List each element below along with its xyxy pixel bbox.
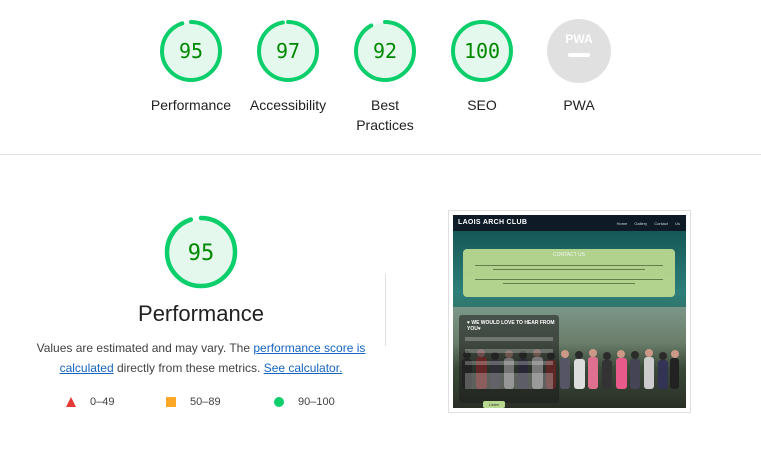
contact-card: CONTACT US bbox=[463, 249, 675, 297]
legend-fail: 0–49 bbox=[66, 396, 114, 408]
vertical-divider bbox=[385, 274, 386, 346]
gauge-label: SEO bbox=[467, 97, 497, 113]
legend-average: 50–89 bbox=[166, 396, 221, 408]
final-screenshot[interactable]: LAOIS ARCH CLUB Home Gallery Contact Us … bbox=[448, 210, 691, 413]
gauge-label: Best Practices bbox=[356, 97, 414, 133]
gauge-accessibility[interactable]: 97 Accessibility bbox=[240, 18, 336, 115]
section-divider bbox=[0, 154, 761, 155]
performance-detail-gauge: 95 bbox=[164, 215, 238, 294]
detail-score: 95 bbox=[188, 241, 215, 266]
gauge-ring: 95 bbox=[160, 20, 222, 82]
gauge-ring: 92 bbox=[354, 20, 416, 82]
square-icon bbox=[166, 397, 176, 407]
gauge-best-practices[interactable]: 92 Best Practices bbox=[337, 18, 433, 135]
contact-card-title: CONTACT US bbox=[552, 252, 586, 258]
gauge-score: 92 bbox=[373, 39, 397, 63]
legend-range: 90–100 bbox=[298, 396, 335, 408]
gauge-label: Performance bbox=[150, 97, 232, 113]
gauge-score: 100 bbox=[464, 39, 500, 63]
screenshot-image: LAOIS ARCH CLUB Home Gallery Contact Us … bbox=[453, 215, 686, 408]
site-brand: LAOIS ARCH CLUB bbox=[458, 219, 528, 226]
pwa-badge-text: PWA bbox=[565, 32, 593, 46]
gauge-performance[interactable]: 95 Performance bbox=[143, 18, 239, 115]
gauge-label: Accessibility bbox=[249, 97, 327, 113]
gauge-ring: 95 bbox=[164, 215, 238, 289]
form-submit-button: Listen bbox=[483, 401, 505, 408]
site-navbar: LAOIS ARCH CLUB Home Gallery Contact Us bbox=[453, 215, 686, 231]
pwa-badge-icon: PWA bbox=[547, 19, 611, 83]
description-text: Values are estimated and may vary. The bbox=[36, 341, 254, 355]
legend-pass: 90–100 bbox=[274, 396, 335, 408]
gauge-seo[interactable]: 100 SEO bbox=[434, 18, 530, 115]
description-text: directly from these metrics. bbox=[113, 361, 264, 375]
gauge-ring: 100 bbox=[451, 20, 513, 82]
legend-range: 50–89 bbox=[190, 396, 221, 408]
see-calculator-link[interactable]: See calculator. bbox=[264, 361, 343, 375]
triangle-icon bbox=[66, 397, 76, 407]
contact-form-overlay: ♥ WE WOULD LOVE TO HEAR FROM YOU♥ bbox=[459, 315, 559, 403]
performance-description: Values are estimated and may vary. The p… bbox=[30, 338, 372, 378]
legend-range: 0–49 bbox=[90, 396, 115, 408]
form-title: ♥ WE WOULD LOVE TO HEAR FROM YOU♥ bbox=[467, 320, 555, 332]
gauge-score: 97 bbox=[276, 39, 300, 63]
circle-icon bbox=[274, 397, 284, 407]
site-nav-links: Home Gallery Contact Us bbox=[616, 221, 680, 226]
gauge-pwa[interactable]: PWA PWA bbox=[531, 18, 627, 115]
gauge-ring: 97 bbox=[257, 20, 319, 82]
gauge-score: 95 bbox=[179, 39, 203, 63]
group-photo: ♥ WE WOULD LOVE TO HEAR FROM YOU♥ Listen bbox=[453, 307, 686, 408]
score-summary: 95 Performance 97 Accessibility 92 Best … bbox=[0, 0, 761, 154]
performance-title: Performance bbox=[138, 301, 264, 326]
gauge-label: PWA bbox=[563, 97, 595, 113]
